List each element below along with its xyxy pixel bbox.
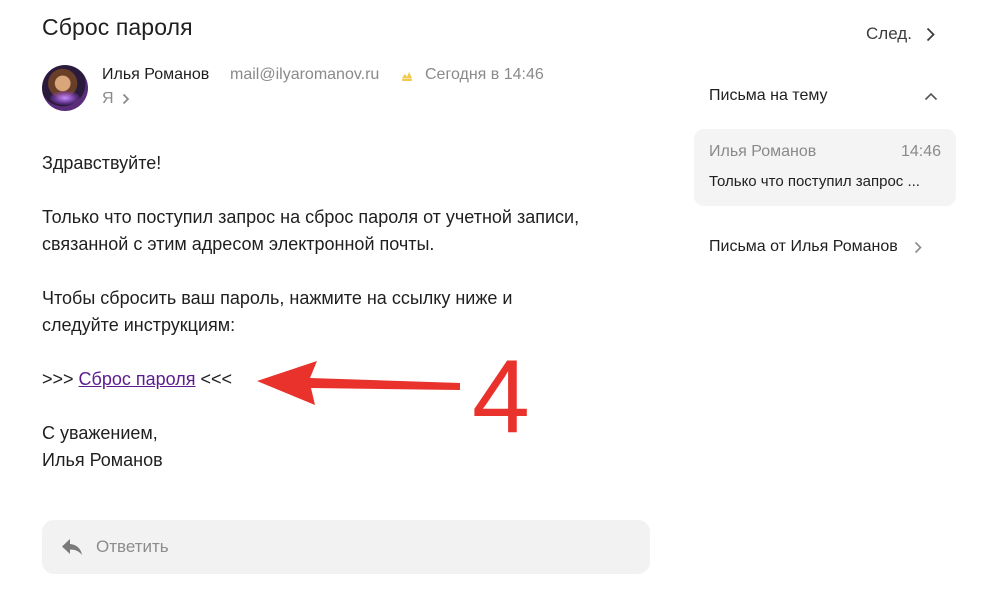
signature: Илья Романов xyxy=(42,450,163,470)
link-suffix: <<< xyxy=(195,369,233,389)
recipient-label: Я xyxy=(102,90,114,107)
greeting: Здравствуйте! xyxy=(42,153,162,173)
thread-item-time: 14:46 xyxy=(900,143,941,160)
body-line-4: следуйте инструкциям: xyxy=(42,315,236,335)
avatar[interactable] xyxy=(42,65,88,111)
email-body: Здравствуйте! Только что поступил запрос… xyxy=(42,150,662,474)
thread-item-preview: Только что поступил запрос ... xyxy=(709,173,920,190)
body-line-1: Только что поступил запрос на сброс паро… xyxy=(42,207,580,227)
closing: С уважением, xyxy=(42,423,158,443)
reply-label: Ответить xyxy=(96,537,169,556)
email-view: Сброс пароля Илья Романов mail@ilyaroman… xyxy=(0,0,999,616)
body-line-2: связанной с этим адресом электронной поч… xyxy=(42,234,435,254)
thread-item[interactable]: Илья Романов 14:46 Только что поступил з… xyxy=(694,129,956,206)
recipient-toggle[interactable]: Я xyxy=(102,90,130,108)
reset-password-link[interactable]: Сброс пароля xyxy=(79,369,196,389)
from-sender-label: Письма от Илья Романов xyxy=(709,238,898,255)
next-email-button[interactable]: След. xyxy=(866,24,935,44)
chevron-right-icon xyxy=(122,93,129,105)
thread-item-from: Илья Романов xyxy=(709,143,817,160)
verified-badge-icon xyxy=(402,72,412,81)
thread-header[interactable]: Письма на тему xyxy=(709,87,941,105)
sender-name[interactable]: Илья Романов xyxy=(102,66,209,84)
chevron-right-icon xyxy=(926,27,935,41)
reply-button[interactable]: Ответить xyxy=(42,520,650,574)
chevron-right-icon xyxy=(914,241,922,253)
reply-icon xyxy=(62,539,82,555)
body-line-3: Чтобы сбросить ваш пароль, нажмите на сс… xyxy=(42,288,513,308)
annotation-number: 4 xyxy=(472,339,530,455)
chevron-up-icon[interactable] xyxy=(924,92,938,101)
email-subject: Сброс пароля xyxy=(42,14,193,40)
annotation-arrow-icon xyxy=(257,361,460,405)
email-date: Сегодня в 14:46 xyxy=(425,66,544,83)
next-label: След. xyxy=(866,24,912,43)
emails-from-sender-link[interactable]: Письма от Илья Романов xyxy=(709,238,922,256)
sender-email[interactable]: mail@ilyaromanov.ru xyxy=(230,66,379,84)
link-prefix: >>> xyxy=(42,369,79,389)
